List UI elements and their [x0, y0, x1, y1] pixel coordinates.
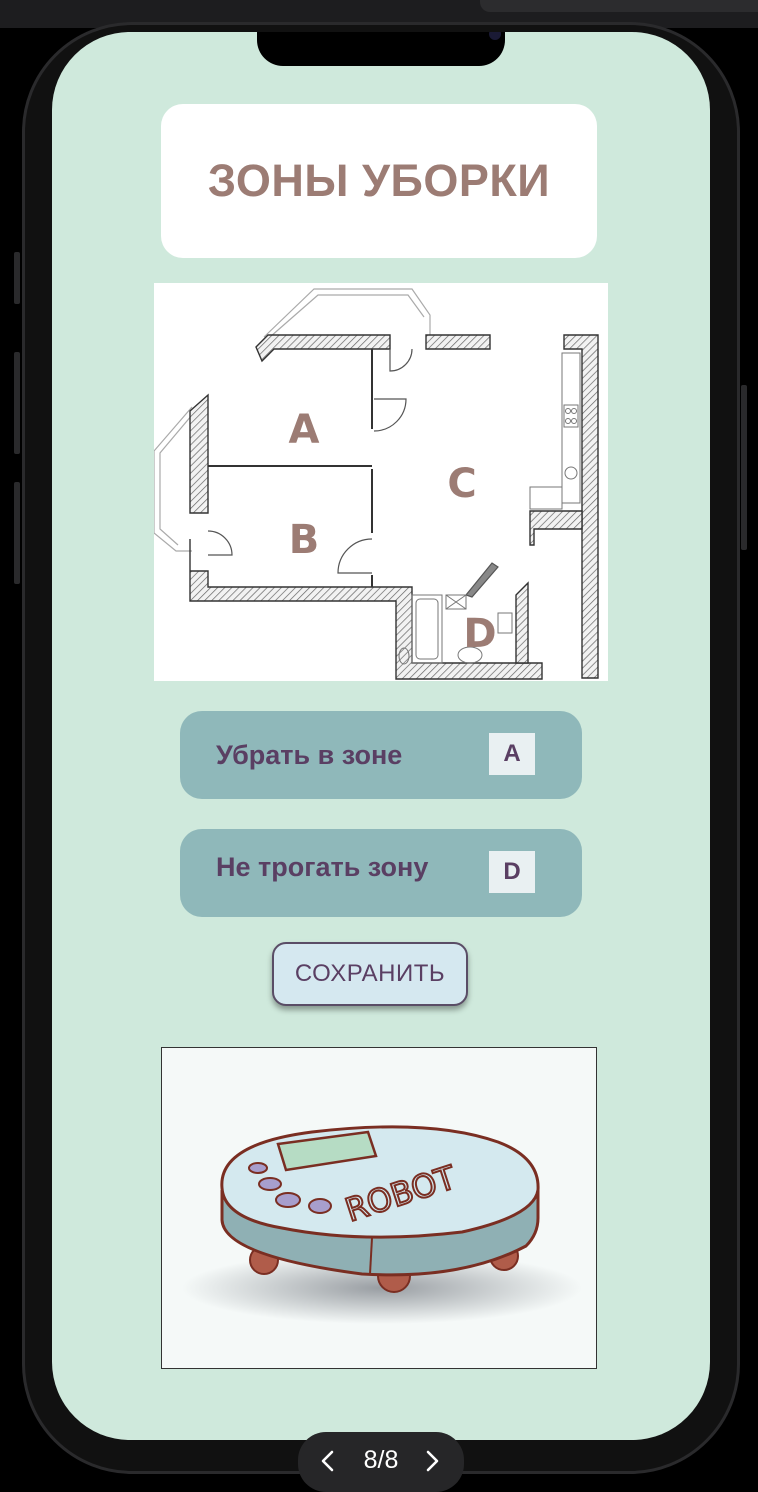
page-title: ЗОНЫ УБОРКИ [207, 155, 551, 206]
save-button[interactable]: СОХРАНИТЬ [272, 942, 468, 1006]
side-button-volume-up [14, 352, 20, 454]
app-screen: ЗОНЫ УБОРКИ A B C D Убрать в зоне A Не т… [52, 32, 710, 1440]
clean-zone-card: Убрать в зоне A [180, 711, 582, 799]
chevron-right-icon[interactable] [420, 1448, 444, 1474]
skip-zone-card: Не трогать зону D [180, 829, 582, 917]
kitchen-fixtures [529, 352, 581, 510]
zone-label-c[interactable]: C [447, 461, 476, 507]
floorplan-walls [189, 334, 599, 680]
notch [257, 32, 505, 66]
robot-vacuum-image: ROBOT [161, 1047, 597, 1369]
zone-label-d[interactable]: D [463, 611, 496, 657]
side-button-power [741, 385, 747, 550]
skip-zone-select[interactable]: D [489, 851, 535, 893]
zone-label-a[interactable]: A [289, 407, 320, 453]
skip-zone-label: Не трогать зону [216, 852, 429, 882]
title-card: ЗОНЫ УБОРКИ [161, 104, 597, 258]
zone-label-b[interactable]: B [289, 517, 320, 563]
floorplan-map[interactable]: A B C D [154, 283, 608, 681]
clean-zone-select[interactable]: A [489, 733, 535, 775]
camera-icon [489, 32, 501, 40]
side-button-volume-down [14, 482, 20, 584]
clean-zone-label: Убрать в зоне [216, 740, 403, 770]
side-button-mute [14, 252, 20, 304]
browser-tab[interactable] [480, 0, 758, 12]
slide-pager: 8/8 [298, 1432, 464, 1492]
